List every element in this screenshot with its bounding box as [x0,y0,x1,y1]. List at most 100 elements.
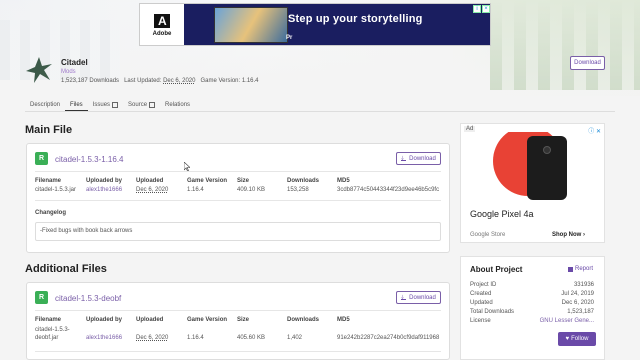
tab-description[interactable]: Description [25,99,65,111]
value-downloads: 1,402 [287,335,303,341]
about-value-updated: Dec 6, 2020 [561,300,594,306]
flag-icon [568,266,573,272]
value-downloads: 153,258 [287,187,309,193]
ad-store-name: Google Store [470,232,506,238]
download-icon: ⤓ [401,156,407,162]
tab-label: Description [30,102,61,108]
follow-label: Follow [571,336,589,342]
col-game-version: Game Version [187,178,228,184]
about-key-total-downloads: Total Downloads [470,309,515,315]
uploader-link[interactable]: alex1the1666 [86,335,122,341]
download-label: Download [409,294,436,301]
value-filename: citadel-1.5.3-deobf.jar [35,327,70,341]
ad-info-icon[interactable]: i [473,5,481,13]
adobe-logo-box: Adobe [140,4,184,45]
heart-icon: ♥ [565,336,570,342]
tab-issues[interactable]: Issues [88,99,123,111]
project-category-link[interactable]: Mods [61,69,76,75]
value-game-version: 1.16.4 [187,187,204,193]
about-key-license: License [470,318,491,324]
tab-relations[interactable]: Relations [160,99,195,111]
adobe-logo-icon [154,14,170,28]
project-logo-icon [26,57,52,83]
tab-label: Source [128,102,148,108]
col-game-version: Game Version [187,317,228,323]
tabs-divider [25,111,615,112]
divider [35,200,441,201]
tab-source[interactable]: Source [123,99,160,111]
additional-file-title-link[interactable]: citadel-1.5.3-deobf [55,294,121,303]
value-size: 409.10 KB [237,187,266,193]
uploader-link[interactable]: alex1the1666 [86,187,122,193]
value-size: 405.60 KB [237,335,266,341]
tab-label: Files [70,101,83,108]
last-updated-date: Dec 6, 2020 [163,78,196,84]
col-uploaded-by: Uploaded by [86,178,123,184]
divider [35,351,441,352]
col-size: Size [237,178,250,184]
about-project-panel: About Project Report Project ID 331936 C… [460,256,605,360]
ad-choices-icon[interactable]: ⓘ ✕ [588,126,601,135]
report-label: Report [575,266,594,272]
uploaded-date: Dec 6, 2020 [136,187,169,193]
download-icon: ⤓ [401,295,407,301]
phone-camera-square [537,160,557,180]
ad-close-icon[interactable]: × [482,5,490,13]
chevron-right-icon: › [583,232,586,238]
uploaded-date: Dec 6, 2020 [136,335,169,341]
value-filename: citadel-1.5.3.jar [35,187,77,193]
ad-app-badge: Pr [286,35,293,41]
col-md5: MD5 [337,317,350,323]
value-md5: 3cdb8774c50443344f23d9ee46b5c9fc [337,187,440,193]
col-size: Size [237,317,250,323]
main-file-card: R citadel-1.5.3-1.16.4 ⤓ Download Filena… [26,143,450,253]
about-key-created: Created [470,291,492,297]
report-link[interactable]: Report [568,266,593,272]
value-uploaded: Dec 6, 2020 [136,187,168,193]
hero-pixel-art-right [490,0,640,90]
top-banner-ad[interactable]: Adobe Pr Step up your storytelling i × [139,3,491,46]
col-uploaded: Uploaded [136,178,164,184]
ad-product-title: Google Pixel 4a [470,209,534,219]
tab-label: Relations [165,102,191,108]
ad-product-image [471,132,596,200]
about-key-updated: Updated [470,300,493,306]
ad-headline: Step up your storytelling [288,13,423,25]
hero-pixel-art-left [0,20,120,80]
ad-label: Ad [464,126,476,132]
project-download-button[interactable]: Download [570,56,605,70]
follow-button[interactable]: ♥ Follow [558,332,596,346]
divider [35,171,441,172]
ad-brand: Adobe [152,31,172,37]
tab-label: Issues [92,102,111,108]
ad-shop-now-link[interactable]: Shop Now › [552,232,585,238]
external-link-icon [112,102,119,108]
mouse-cursor-icon [184,162,190,171]
external-link-icon [149,102,156,108]
value-md5: 91e242b2287c2ea274b0cf9daf911968 [337,335,440,341]
release-badge: R [35,291,48,304]
additional-file-download-button[interactable]: ⤓ Download [396,291,441,304]
tab-files[interactable]: Files [65,99,88,111]
sidebar-ad[interactable]: Ad ⓘ ✕ Google Pixel 4a Google Store Shop… [460,123,605,243]
about-heading: About Project [470,265,523,274]
ad-cta-label: Shop Now [552,232,582,238]
about-value-total-downloads: 1,523,187 [567,309,594,315]
phone-image [527,136,567,200]
changelog-box: -Fixed bugs with book back arrows [35,222,441,241]
camera-icon [543,146,551,154]
main-file-download-button[interactable]: ⤓ Download [396,152,441,165]
license-link[interactable]: GNU Lesser Gene... [540,318,594,324]
about-value-created: Jul 24, 2019 [561,291,594,297]
main-file-title-link[interactable]: citadel-1.5.3-1.16.4 [55,155,124,164]
changelog-heading: Changelog [35,210,66,216]
last-updated-label: Last Updated: [124,78,162,84]
project-downloads: 1,523,187 Downloads [61,78,120,84]
additional-file-card: R citadel-1.5.3-deobf ⤓ Download Filenam… [26,282,450,360]
col-md5: MD5 [337,178,350,184]
col-downloads: Downloads [287,178,320,184]
col-downloads: Downloads [287,317,320,323]
about-value-project-id: 331936 [573,282,594,288]
project-tabs: Description Files Issues Source Relation… [25,99,195,111]
value-game-version: 1.16.4 [187,335,204,341]
